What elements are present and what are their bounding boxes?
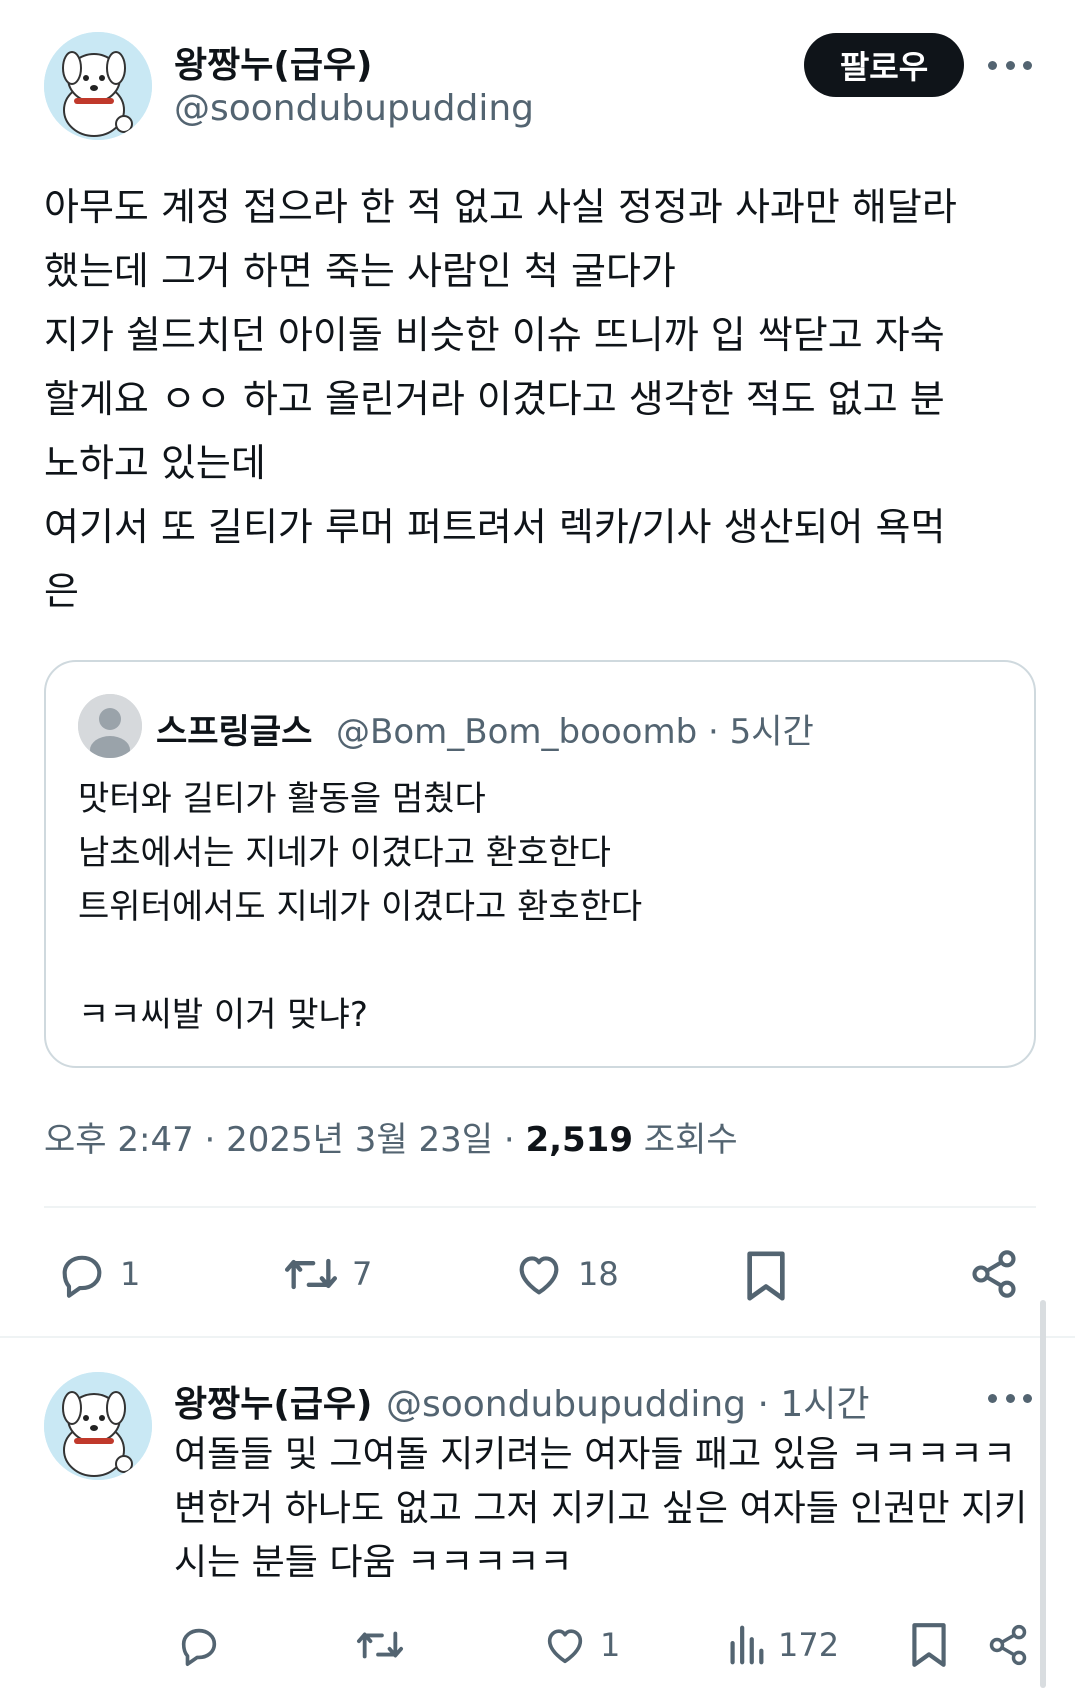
reply-author-name[interactable]: 왕짱누(급우)	[174, 1375, 373, 1427]
reply-icon	[181, 1628, 217, 1666]
author-name[interactable]: 왕짱누(급우)	[174, 36, 373, 88]
quote-author-name: 스프링글스	[156, 712, 313, 752]
divider	[44, 1206, 1036, 1208]
reply-text-line: 여돌들 및 그여돌 지키려는 여자들 패고 있음 ㅋㅋㅋㅋㅋ	[174, 1434, 1016, 1475]
quote-text: 맛터와 길티가 활동을 멈췄다 남초에서는 지네가 이겼다고 환호한다 트위터에…	[78, 772, 642, 1042]
divider	[0, 1336, 1075, 1338]
reply-button[interactable]: 1	[56, 1248, 140, 1300]
retweet-icon	[284, 1258, 337, 1290]
reply-author-handle[interactable]: @soondubupudding · 1시간	[386, 1375, 869, 1427]
reply-author-avatar[interactable]	[44, 1372, 152, 1480]
bookmark-icon	[912, 1623, 946, 1667]
reply-share-button[interactable]	[986, 1620, 1030, 1670]
tweet-text: 아무도 계정 접으라 한 적 없고 사실 정정과 사과만 해달라 했는데 그거 …	[44, 175, 1044, 623]
tweet-text-line: 했는데 그거 하면 죽는 사람인 척 굴다가	[44, 249, 676, 293]
views-count: 2,519	[525, 1120, 633, 1160]
quote-text-line: 남초에서는 지네가 이겼다고 환호한다	[78, 833, 611, 873]
bookmark-icon	[747, 1251, 785, 1301]
tweet-text-line: 여기서 또 길티가 루머 퍼트려서 렉카/기사 생산되어 욕먹	[44, 505, 946, 549]
tweet-text-line: 지가 쉴드치던 아이돌 비슷한 이슈 뜨니까 입 싹닫고 자숙	[44, 313, 945, 357]
like-icon	[519, 1256, 559, 1295]
retweet-button[interactable]: 7	[282, 1248, 372, 1300]
reply-retweet-button[interactable]	[354, 1622, 406, 1668]
author-avatar[interactable]	[44, 32, 152, 140]
tweet-meta: 오후 2:47 · 2025년 3월 23일 · 2,519 조회수	[44, 1112, 738, 1161]
reply-views-button[interactable]: 172	[726, 1622, 839, 1668]
retweet-count: 7	[352, 1255, 373, 1293]
timestamp[interactable]: 오후 2:47 · 2025년 3월 23일 ·	[44, 1120, 525, 1160]
share-icon	[989, 1624, 1027, 1666]
quote-author-handle: @Bom_Bom_booomb · 5시간	[336, 712, 814, 752]
author-handle[interactable]: @soondubupudding	[174, 88, 534, 129]
quote-text-line	[78, 934, 642, 988]
quote-text-line: 트위터에서도 지네가 이겼다고 환호한다	[78, 887, 643, 927]
reply-like-button[interactable]: 1	[542, 1622, 620, 1668]
reply-icon	[62, 1255, 102, 1298]
views-label: 조회수	[633, 1120, 738, 1160]
reply-text-line: 시는 분들 다움 ㅋㅋㅋㅋㅋ	[174, 1542, 573, 1583]
follow-button[interactable]: 팔로우	[804, 33, 964, 97]
reply-text-line: 변한거 하나도 없고 그저 지키고 싶은 여자들 인권만 지키	[174, 1488, 1028, 1529]
tweet-text-line: 아무도 계정 접으라 한 적 없고 사실 정정과 사과만 해달라	[44, 185, 957, 229]
bookmark-button[interactable]	[742, 1248, 790, 1304]
quote-text-line: ㅋㅋ씨발 이거 맞냐?	[78, 995, 368, 1035]
quote-text-line: 맛터와 길티가 활동을 멈췄다	[78, 779, 486, 819]
scrollbar[interactable]	[1040, 1300, 1046, 1688]
views-icon	[730, 1625, 764, 1665]
more-icon[interactable]	[988, 1388, 1032, 1408]
share-button[interactable]	[968, 1246, 1020, 1302]
like-button[interactable]: 18	[512, 1248, 619, 1300]
retweet-icon	[356, 1631, 403, 1659]
more-icon[interactable]	[988, 55, 1032, 75]
like-count: 18	[578, 1255, 619, 1293]
reply-text: 여돌들 및 그여돌 지키려는 여자들 패고 있음 ㅋㅋㅋㅋㅋ 변한거 하나도 없…	[174, 1428, 1027, 1590]
quote-avatar	[78, 694, 142, 758]
tweet-text-line: 노하고 있는데	[44, 441, 266, 485]
share-icon	[972, 1250, 1016, 1298]
reply-count: 1	[120, 1255, 141, 1293]
quoted-tweet[interactable]: 스프링글스 @Bom_Bom_booomb · 5시간 맛터와 길티가 활동을 …	[44, 660, 1036, 1068]
reply-views-count: 172	[778, 1626, 840, 1664]
reply-like-count: 1	[600, 1626, 621, 1664]
reply-reply-button[interactable]	[176, 1622, 222, 1668]
tweet-text-line: 할게요 ㅇㅇ 하고 올린거라 이겼다고 생각한 적도 없고 분	[44, 377, 945, 421]
tweet-text-line: 은	[44, 569, 79, 613]
reply-bookmark-button[interactable]	[908, 1620, 950, 1670]
like-icon	[547, 1629, 583, 1664]
